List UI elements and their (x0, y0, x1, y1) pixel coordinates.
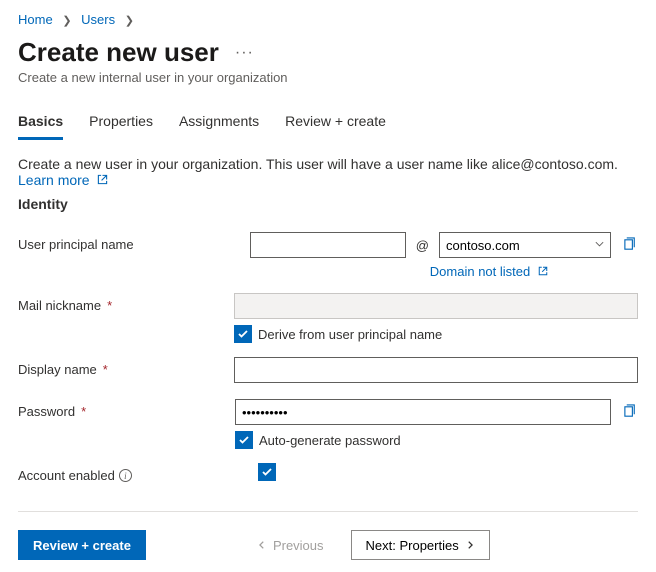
page-subtitle: Create a new internal user in your organ… (18, 70, 638, 85)
breadcrumb: Home ❯ Users ❯ (18, 12, 638, 27)
upn-input[interactable] (250, 232, 406, 258)
account-enabled-label: Account enabled i (18, 463, 258, 483)
review-create-button[interactable]: Review + create (18, 530, 146, 560)
breadcrumb-home[interactable]: Home (18, 12, 53, 27)
previous-button: Previous (242, 530, 339, 560)
chevron-right-icon (465, 540, 475, 550)
breadcrumb-users[interactable]: Users (81, 12, 115, 27)
footer-actions: Review + create Previous Next: Propertie… (18, 530, 638, 560)
derive-nickname-label: Derive from user principal name (258, 327, 442, 342)
next-button[interactable]: Next: Properties (351, 530, 490, 560)
display-name-input[interactable] (234, 357, 638, 383)
chevron-left-icon (257, 540, 267, 550)
derive-nickname-checkbox[interactable] (234, 325, 252, 343)
section-identity-heading: Identity (18, 196, 638, 212)
copy-password-icon[interactable] (623, 403, 638, 421)
domain-select[interactable] (439, 232, 611, 258)
display-name-label: Display name* (18, 357, 234, 377)
tab-review-create[interactable]: Review + create (285, 113, 386, 140)
page-title: Create new user (18, 37, 219, 68)
auto-generate-password-checkbox[interactable] (235, 431, 253, 449)
chevron-right-icon: ❯ (125, 15, 134, 27)
nickname-input (234, 293, 638, 319)
copy-upn-icon[interactable] (623, 236, 638, 254)
more-actions-icon[interactable]: ··· (235, 44, 254, 62)
external-link-icon (97, 172, 108, 188)
divider (18, 511, 638, 512)
intro-text: Create a new user in your organization. … (18, 156, 638, 188)
info-icon[interactable]: i (119, 469, 132, 482)
upn-label: User principal name (18, 232, 250, 252)
domain-not-listed-link[interactable]: Domain not listed (430, 264, 548, 279)
account-enabled-checkbox[interactable] (258, 463, 276, 481)
tab-basics[interactable]: Basics (18, 113, 63, 140)
password-input[interactable] (235, 399, 611, 425)
tab-assignments[interactable]: Assignments (179, 113, 259, 140)
chevron-right-icon: ❯ (62, 15, 71, 27)
tabs: Basics Properties Assignments Review + c… (18, 113, 638, 140)
learn-more-link[interactable]: Learn more (18, 172, 108, 188)
at-symbol: @ (416, 238, 429, 253)
tab-properties[interactable]: Properties (89, 113, 153, 140)
nickname-label: Mail nickname* (18, 293, 234, 313)
password-label: Password* (18, 399, 235, 419)
auto-generate-password-label: Auto-generate password (259, 433, 401, 448)
external-link-icon (538, 264, 548, 279)
